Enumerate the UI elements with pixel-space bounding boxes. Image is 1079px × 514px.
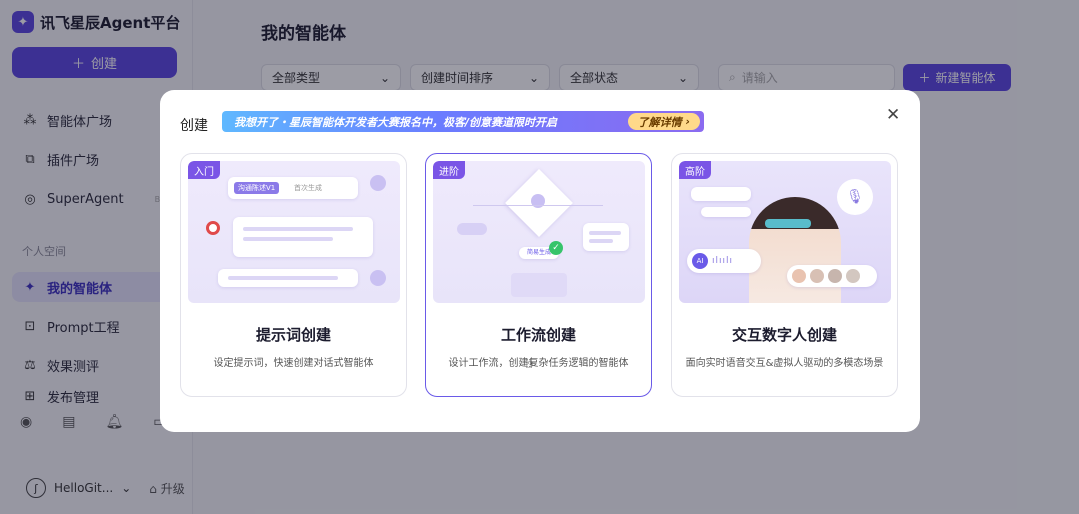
card-title: 工作流创建 bbox=[500, 326, 576, 344]
modal-title: 创建 bbox=[180, 118, 208, 134]
card-description: 设计工作流，创建复杂任务逻辑的智能体 bbox=[448, 358, 629, 369]
ar-glasses bbox=[765, 219, 811, 228]
card-title: 交互数字人创建 bbox=[731, 326, 837, 344]
user-avatar-icon bbox=[370, 270, 386, 286]
card-workflow-create[interactable]: 进阶 简易生成 ✓ 工作流创建 设计工作流，创建复杂任务逻辑的智能体 ☝ bbox=[425, 153, 652, 397]
contest-banner[interactable]: 我想开了・星辰智能体开发者大赛报名中，极客/创意赛道限时开启 了解详情 › bbox=[222, 111, 704, 132]
create-modal: 创建 我想开了・星辰智能体开发者大赛报名中，极客/创意赛道限时开启 了解详情 ›… bbox=[160, 90, 920, 432]
microphone-icon: 🎙︎ bbox=[837, 179, 873, 215]
card-title: 提示词创建 bbox=[255, 326, 331, 344]
digital-human-thumbnail: 高阶 🎙︎ AI ılıılı bbox=[679, 161, 891, 303]
card-prompt-create[interactable]: 入门 沟通陈述V1 首次生成 提示词创建 设定提示词，快速创建对话式智能体 bbox=[180, 153, 407, 397]
chat-bubble: 沟通陈述V1 首次生成 bbox=[228, 177, 358, 199]
toggle-node bbox=[457, 223, 487, 235]
bot-avatar-icon bbox=[206, 221, 220, 235]
chat-bubble bbox=[701, 207, 751, 217]
card-description: 面向实时语音交互&虚拟人驱动的多模态场景 bbox=[685, 358, 884, 369]
card-digital-human-create[interactable]: 高阶 🎙︎ AI ılıılı 交互数字人创建 面向实时语音交互&虚拟人驱动的多… bbox=[671, 153, 898, 397]
chat-bubble bbox=[233, 217, 373, 257]
banner-detail-button[interactable]: 了解详情 › bbox=[627, 113, 700, 130]
voice-wave-chip: AI ılıılı bbox=[687, 249, 761, 273]
card-description: 设定提示词，快速创建对话式智能体 bbox=[213, 358, 374, 369]
connector-line bbox=[473, 205, 603, 206]
digital-human-figure bbox=[749, 197, 841, 303]
level-tag: 进阶 bbox=[433, 161, 465, 179]
avatar-selector bbox=[787, 265, 877, 287]
prompt-thumbnail: 入门 沟通陈述V1 首次生成 bbox=[188, 161, 400, 303]
level-tag: 高阶 bbox=[679, 161, 711, 179]
level-tag: 入门 bbox=[188, 161, 220, 179]
workflow-thumbnail: 进阶 简易生成 ✓ bbox=[433, 161, 645, 303]
check-icon: ✓ bbox=[549, 241, 563, 255]
cursor-hand-icon: ☝ bbox=[525, 357, 533, 372]
user-avatar-icon bbox=[370, 175, 386, 191]
chat-bubble bbox=[691, 187, 751, 201]
end-node bbox=[511, 273, 567, 297]
chat-bubble bbox=[218, 269, 358, 287]
close-icon[interactable]: ✕ bbox=[886, 105, 900, 125]
flow-node bbox=[583, 223, 629, 251]
banner-text: 我想开了・星辰智能体开发者大赛报名中，极客/创意赛道限时开启 bbox=[234, 115, 558, 129]
